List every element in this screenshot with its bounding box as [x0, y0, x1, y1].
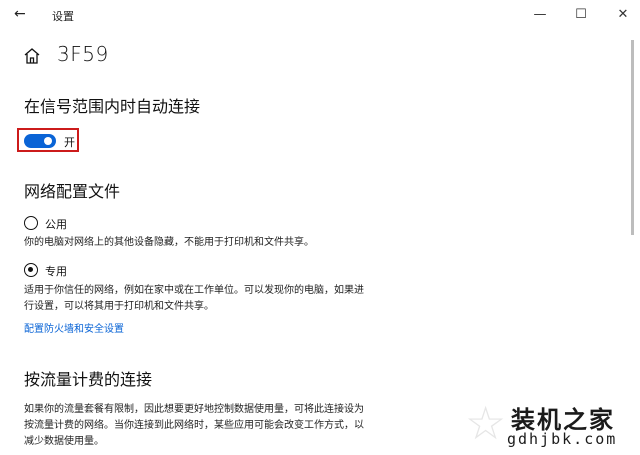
- page-title: 3F59: [57, 42, 109, 66]
- auto-connect-toggle[interactable]: [24, 134, 56, 148]
- private-radio[interactable]: [24, 263, 38, 277]
- private-radio-label[interactable]: 专用: [45, 263, 67, 279]
- maximize-button[interactable]: ☐: [561, 4, 601, 26]
- network-profile-heading: 网络配置文件: [24, 182, 121, 201]
- app-title: 设置: [52, 10, 74, 23]
- radio-selected-dot: [28, 267, 33, 272]
- close-button[interactable]: ✕: [603, 4, 640, 26]
- scroll-thumb[interactable]: [631, 40, 634, 235]
- toggle-knob: [44, 137, 52, 145]
- home-icon[interactable]: [22, 46, 42, 66]
- private-description: 适用于你信任的网络，例如在家中或在工作单位。可以发现你的电脑，如果进行设置，可以…: [24, 285, 364, 312]
- star-icon: ☆: [465, 396, 507, 450]
- metered-heading: 按流量计费的连接: [24, 370, 153, 389]
- scrollbar[interactable]: [631, 30, 635, 445]
- watermark: ☆ 装机之家 gdhjbk.com: [465, 398, 635, 453]
- public-radio-label[interactable]: 公用: [45, 216, 67, 232]
- title-bar: ← 设置 — ☐ ✕: [0, 0, 640, 30]
- metered-description: 如果你的流量套餐有限制，因此想要更好地控制数据使用量，可将此连接设为按流量计费的…: [24, 404, 364, 447]
- public-description: 你的电脑对网络上的其他设备隐藏，不能用于打印机和文件共享。: [24, 237, 314, 248]
- back-arrow-icon[interactable]: ←: [14, 6, 26, 22]
- toggle-state-label: 开: [64, 136, 75, 149]
- watermark-url: gdhjbk.com: [507, 430, 618, 448]
- minimize-button[interactable]: —: [520, 4, 560, 26]
- firewall-settings-link[interactable]: 配置防火墙和安全设置: [24, 320, 124, 335]
- auto-connect-heading: 在信号范围内时自动连接: [24, 97, 201, 116]
- public-radio[interactable]: [24, 216, 38, 230]
